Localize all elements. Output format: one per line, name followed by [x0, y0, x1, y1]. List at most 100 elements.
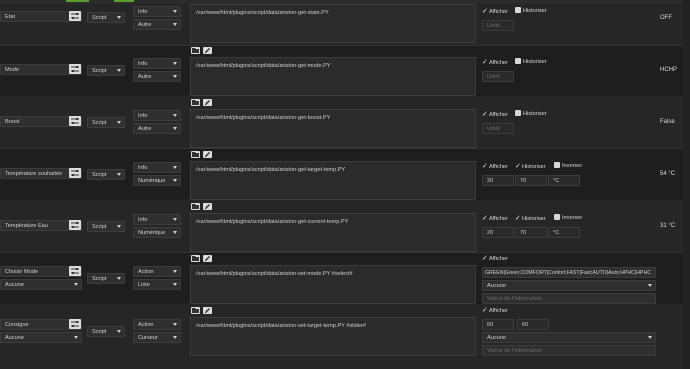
script-path-textarea[interactable]: /var/www/html/plugins/script/data/aristo… — [190, 213, 476, 252]
folder-icon-button[interactable] — [191, 47, 200, 54]
check-icon: ✓ — [482, 111, 488, 118]
subtype-select[interactable]: Info — [133, 6, 181, 17]
type-select[interactable]: Script — [87, 169, 125, 180]
configure-icon-button[interactable] — [69, 319, 81, 329]
max-value-input[interactable]: 70 — [515, 175, 547, 186]
current-value: HCHP — [660, 67, 678, 73]
row-divider — [0, 148, 690, 149]
linked-info-select[interactable]: Aucune — [0, 332, 82, 343]
edit-icon-button[interactable] — [203, 203, 212, 210]
afficher-checkbox[interactable]: ✓Afficher — [482, 7, 508, 16]
info-value-input[interactable]: Valeur de l'information — [482, 293, 656, 304]
max-value-input[interactable]: 60 — [517, 319, 549, 330]
type-select[interactable]: Script — [87, 273, 125, 284]
script-path-textarea[interactable]: /var/www/html/plugins/script/data/aristo… — [190, 57, 476, 96]
unit-input[interactable]: °C — [548, 175, 580, 186]
sliders-icon — [71, 118, 79, 124]
configure-icon-button[interactable] — [69, 11, 81, 21]
subtype-detail-select[interactable]: Curseur — [133, 332, 181, 343]
edit-icon-button[interactable] — [203, 255, 212, 262]
subtype-select[interactable]: Action — [133, 266, 181, 277]
type-select[interactable]: Script — [87, 117, 125, 128]
info-value-input[interactable]: Valeur de l'information — [482, 345, 656, 356]
linked-value-select[interactable]: Aucune — [482, 280, 656, 291]
edit-icon-button[interactable] — [203, 151, 212, 158]
max-value-input[interactable]: 70 — [515, 227, 547, 238]
subtype-select[interactable]: Info — [133, 214, 181, 225]
linked-value-select[interactable]: Aucune — [482, 332, 656, 343]
script-path-textarea[interactable]: /var/www/html/plugins/script/data/aristo… — [190, 317, 476, 356]
afficher-checkbox[interactable]: ✓Afficher — [482, 306, 508, 315]
folder-icon-button[interactable] — [191, 99, 200, 106]
current-value: False — [660, 119, 675, 125]
subtype-detail-select[interactable]: Autre — [133, 123, 181, 134]
type-select[interactable]: Script — [87, 326, 125, 337]
folder-icon-button[interactable] — [191, 151, 200, 158]
check-icon: ✓ — [482, 255, 488, 262]
unchecked-box-icon — [515, 110, 521, 116]
configure-icon-button[interactable] — [69, 266, 81, 276]
subtype-select[interactable]: Info — [133, 110, 181, 121]
sliders-icon — [71, 222, 79, 228]
folder-icon-button[interactable] — [191, 203, 200, 210]
type-select[interactable]: Script — [87, 12, 125, 23]
unit-input[interactable]: Unité — [482, 71, 514, 82]
unit-input[interactable]: Unité — [482, 20, 514, 31]
afficher-checkbox[interactable]: ✓Afficher — [482, 162, 508, 171]
inverser-checkbox[interactable]: Inverser — [554, 214, 582, 223]
linked-info-select[interactable]: Aucune — [0, 279, 82, 290]
subtype-select[interactable]: Info — [133, 162, 181, 173]
historiser-checkbox[interactable]: Historiser — [515, 58, 547, 67]
edit-icon — [205, 256, 210, 261]
sliders-icon — [71, 66, 79, 72]
subtype-detail-select[interactable]: Numérique — [133, 227, 181, 238]
vertical-scrollbar[interactable] — [683, 0, 690, 369]
afficher-checkbox[interactable]: ✓Afficher — [482, 214, 508, 223]
inverser-checkbox[interactable]: Inverser — [554, 162, 582, 171]
min-value-input[interactable]: 20 — [482, 227, 514, 238]
edit-icon — [205, 204, 210, 209]
check-icon: ✓ — [482, 163, 488, 170]
folder-icon-button[interactable] — [191, 255, 200, 262]
historiser-checkbox[interactable]: ✓Historiser — [515, 162, 546, 171]
folder-icon-button[interactable] — [191, 307, 200, 314]
min-value-input[interactable]: 50 — [482, 319, 514, 330]
list-values-input[interactable]: GREEN|Green;COMFORT|Confort;FAST|Fast;AU… — [482, 267, 656, 278]
subtype-detail-select[interactable]: Numérique — [133, 175, 181, 186]
edit-icon-button[interactable] — [203, 99, 212, 106]
configure-icon-button[interactable] — [69, 116, 81, 126]
historiser-checkbox[interactable]: ✓Historiser — [515, 214, 546, 223]
type-select[interactable]: Script — [87, 221, 125, 232]
subtype-detail-select[interactable]: Autre — [133, 71, 181, 82]
subtype-select[interactable]: Info — [133, 58, 181, 69]
configure-icon-button[interactable] — [69, 220, 81, 230]
check-icon: ✓ — [515, 163, 521, 170]
historiser-checkbox[interactable]: Historiser — [515, 7, 547, 16]
afficher-checkbox[interactable]: ✓Afficher — [482, 110, 508, 119]
subtype-detail-select[interactable]: Liste — [133, 279, 181, 290]
type-select[interactable]: Script — [87, 65, 125, 76]
script-path-textarea[interactable]: /var/www/html/plugins/script/data/aristo… — [190, 161, 476, 200]
subtype-select[interactable]: Action — [133, 319, 181, 330]
sliders-icon — [71, 268, 79, 274]
afficher-checkbox[interactable]: ✓Afficher — [482, 58, 508, 67]
historiser-checkbox[interactable]: Historiser — [515, 110, 547, 119]
script-path-textarea[interactable]: /var/www/html/plugins/script/data/aristo… — [190, 109, 476, 148]
script-path-textarea[interactable]: /var/www/html/plugins/script/data/aristo… — [190, 4, 476, 43]
unchecked-box-icon — [554, 162, 560, 168]
edit-icon-button[interactable] — [203, 47, 212, 54]
edit-icon — [205, 308, 210, 313]
unit-input[interactable]: Unité — [482, 123, 514, 134]
subtype-detail-select[interactable]: Autre — [133, 19, 181, 30]
current-value: 54 °C — [660, 171, 676, 177]
configure-icon-button[interactable] — [69, 64, 81, 74]
unchecked-box-icon — [515, 58, 521, 64]
script-path-textarea[interactable]: /var/www/html/plugins/script/data/aristo… — [190, 265, 476, 304]
afficher-checkbox[interactable]: ✓Afficher — [482, 254, 508, 263]
edit-icon-button[interactable] — [203, 307, 212, 314]
min-value-input[interactable]: 20 — [482, 175, 514, 186]
current-value: OFF — [660, 15, 672, 21]
configure-icon-button[interactable] — [69, 168, 81, 178]
unit-input[interactable]: °C — [548, 227, 580, 238]
edit-icon — [205, 48, 210, 53]
